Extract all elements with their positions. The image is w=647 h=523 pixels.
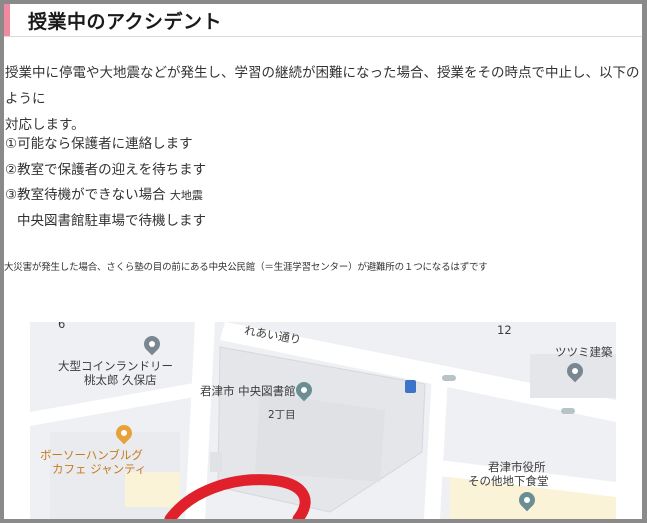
company-label: ツツミ建築 <box>555 345 613 359</box>
step-3-continuation: 中央図書館駐車場で待機します <box>17 212 206 229</box>
evacuation-note: 大災害が発生した場合、さくら塾の目の前にある中央公民館（＝生涯学習センター）が避… <box>4 262 488 273</box>
step-1: ①可能なら保護者に連絡します <box>5 136 193 152</box>
laundry-label-2: 桃太郎 久保店 <box>84 373 157 387</box>
map-number-6: 6 <box>58 322 66 331</box>
steps-list: ①可能なら保護者に連絡します ②教室で保護者の迎えを待ちます ③教室待機ができな… <box>5 132 206 234</box>
block-label: 2丁目 <box>268 409 296 421</box>
map-embed[interactable]: れあい通り 12 6 大型コインランドリー 桃太郎 久保店 君津市 中央図書館 … <box>30 322 616 519</box>
cityhall-label-2: その他地下食堂 <box>468 474 549 488</box>
step-3: ③教室待機ができない場合 大地震 <box>5 183 206 209</box>
intro-paragraph: 授業中に停電や大地震などが発生し、学習の継続が困難になった場合、授業をその時点で… <box>5 60 641 138</box>
section-title: 授業中のアクシデント <box>28 11 223 33</box>
traffic-signal-icon <box>442 375 456 381</box>
step-3-text: ③教室待機ができない場合 <box>5 187 166 203</box>
cafe-label-2: カフェ ジャンティ <box>52 462 147 476</box>
cityhall-label-1: 君津市役所 <box>488 460 546 474</box>
map-canvas <box>30 322 616 519</box>
library-label: 君津市 中央図書館 <box>200 384 296 398</box>
laundry-label-1: 大型コインランドリー <box>58 359 173 373</box>
heading-accent-bar <box>4 4 10 36</box>
intro-line-1: 授業中に停電や大地震などが発生し、学習の継続が困難になった場合、授業をその時点で… <box>5 65 640 107</box>
step-3-note: 大地震 <box>169 189 203 202</box>
section-heading: 授業中のアクシデント <box>4 4 642 37</box>
traffic-signal-icon-2 <box>561 408 575 414</box>
step-2: ②教室で保護者の迎えを待ちます <box>5 161 207 178</box>
map-number-12: 12 <box>497 323 512 337</box>
bus-stop-icon[interactable] <box>405 380 416 393</box>
cafe-label-1: ボーソーハンブルグ <box>40 448 143 462</box>
